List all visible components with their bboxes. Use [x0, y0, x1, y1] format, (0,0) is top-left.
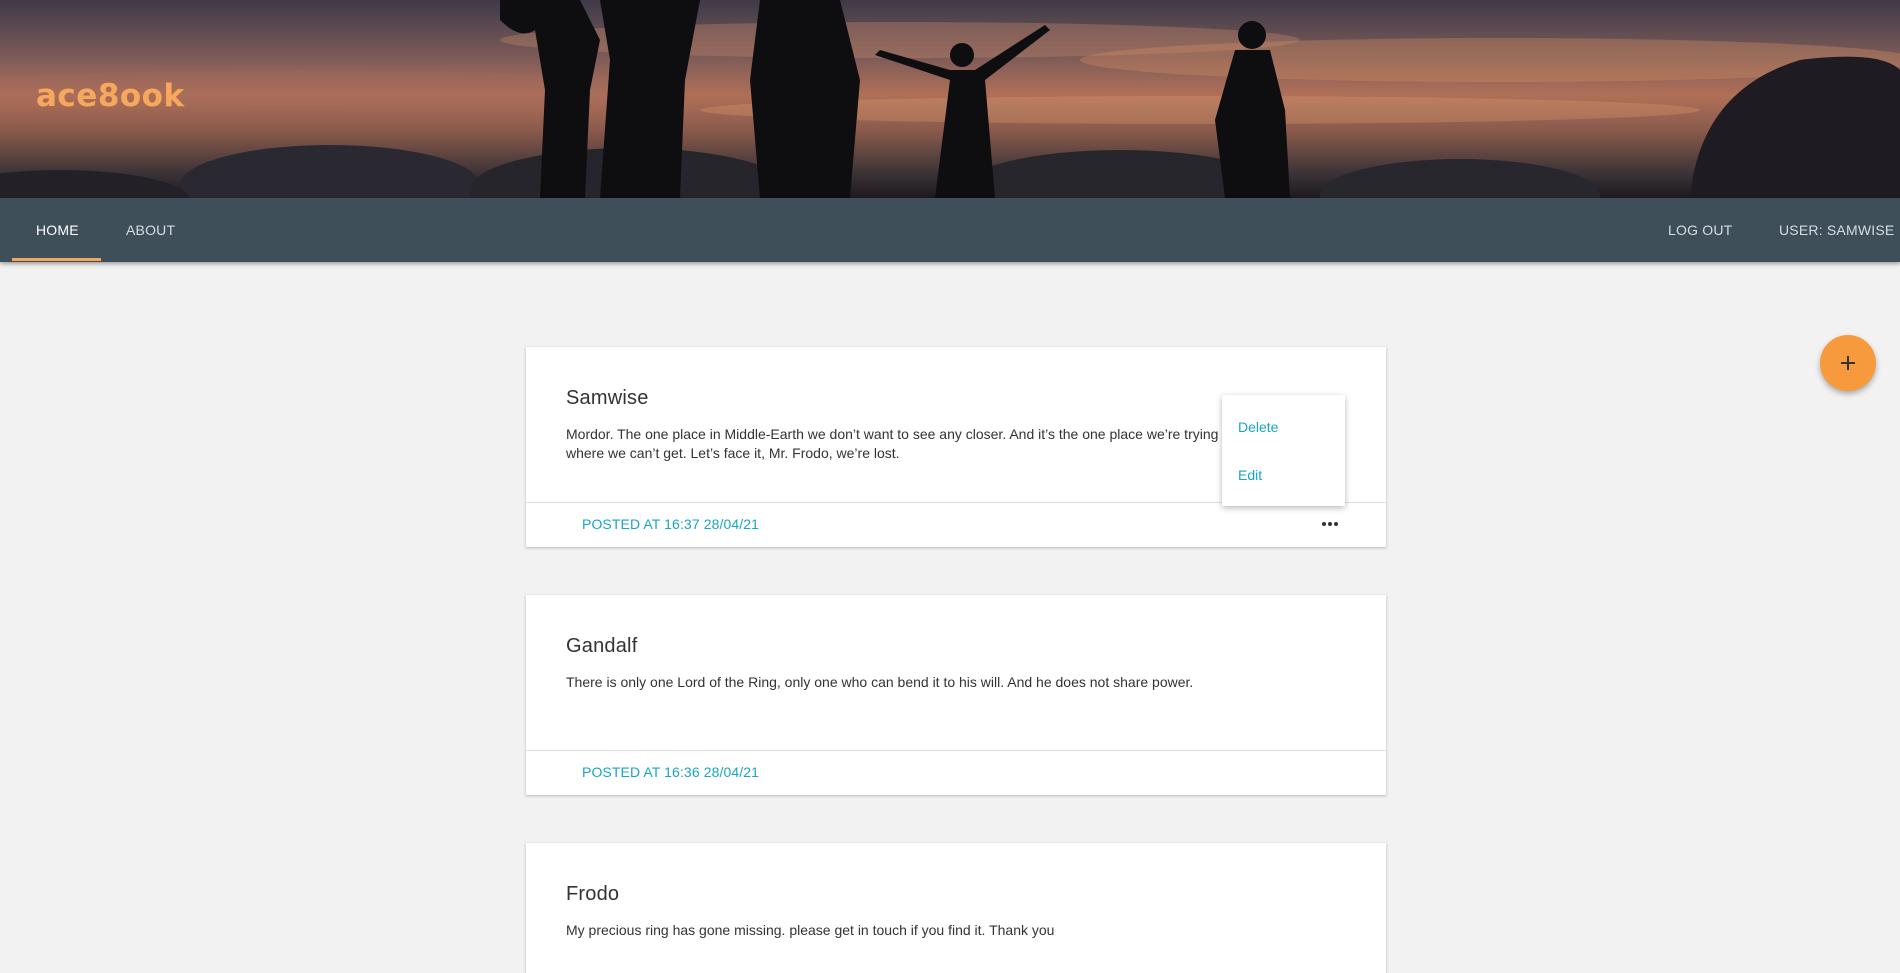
add-post-button[interactable]	[1820, 335, 1876, 391]
plus-icon	[1841, 356, 1855, 370]
hero-silhouette-image	[0, 0, 1900, 198]
post-body: My precious ring has gone missing. pleas…	[566, 922, 1055, 938]
more-horizontal-icon	[1322, 522, 1338, 526]
post-author: Samwise	[566, 387, 649, 409]
nav-active-indicator	[12, 258, 101, 261]
main-navbar: HOME ABOUT LOG OUT USER: SAMWISE	[0, 198, 1900, 262]
nav-logout[interactable]: LOG OUT	[1668, 198, 1732, 262]
post-body: There is only one Lord of the Ring, only…	[566, 674, 1194, 690]
post-card: Frodo My precious ring has gone missing.…	[526, 843, 1386, 973]
nav-user[interactable]: USER: SAMWISE	[1779, 198, 1894, 262]
delete-post-item[interactable]: Delete	[1238, 419, 1278, 435]
post-card: Gandalf There is only one Lord of the Ri…	[526, 595, 1386, 795]
post-options-menu: Delete Edit	[1222, 395, 1345, 506]
edit-post-item[interactable]: Edit	[1238, 467, 1262, 483]
nav-home[interactable]: HOME	[36, 198, 79, 262]
post-timestamp[interactable]: POSTED AT 16:37 28/04/21	[582, 516, 759, 532]
post-author: Frodo	[566, 883, 620, 905]
more-options-button[interactable]	[1315, 512, 1345, 536]
app-logo[interactable]: ace8ook	[36, 78, 185, 114]
header-banner: ace8ook	[0, 0, 1900, 198]
post-divider	[526, 750, 1386, 751]
post-author: Gandalf	[566, 635, 638, 657]
nav-about[interactable]: ABOUT	[126, 198, 175, 262]
post-timestamp[interactable]: POSTED AT 16:36 28/04/21	[582, 764, 759, 780]
